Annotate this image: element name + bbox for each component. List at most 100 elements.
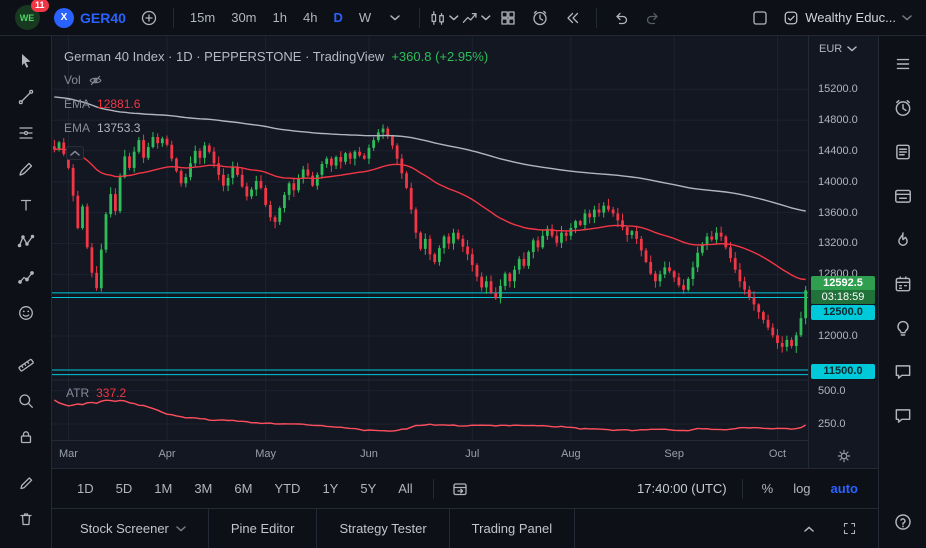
range-5d-button[interactable]: 5D	[107, 477, 142, 500]
tab-pine-editor[interactable]: Pine Editor	[209, 509, 318, 548]
gear-icon	[836, 448, 852, 464]
ema2-value: 13753.3	[97, 121, 141, 135]
layout-name-button[interactable]: Wealthy Educ...	[777, 7, 918, 29]
panel-collapse-button[interactable]	[794, 515, 824, 543]
chart-style-button[interactable]	[429, 4, 459, 32]
range-1y-button[interactable]: 1Y	[313, 477, 347, 500]
range-1m-button[interactable]: 1M	[145, 477, 181, 500]
price-tick: 14000.0	[818, 175, 858, 188]
lock-drawings-button[interactable]	[9, 420, 43, 454]
legend-ema2-row[interactable]: EMA 13753.3	[64, 116, 488, 140]
price-scale[interactable]: EUR 12592.5 03:18:59 12500.0 11500.0 152…	[808, 36, 878, 468]
chevron-down-icon	[176, 526, 186, 532]
price-tick: 500.0	[818, 384, 846, 397]
multichart-layout-button[interactable]	[493, 4, 523, 32]
trend-line-tool-button[interactable]	[9, 80, 43, 114]
legend-title-row[interactable]: German 40 Index · 1D · PEPPERSTONE · Tra…	[64, 44, 488, 68]
price-tick: 13200.0	[818, 237, 858, 250]
cursor-tool-button[interactable]	[9, 44, 43, 78]
range-1d-button[interactable]: 1D	[68, 477, 103, 500]
last-price-value: 12592.5	[823, 277, 863, 290]
tab-strategy-tester[interactable]: Strategy Tester	[317, 509, 450, 548]
range-6m-button[interactable]: 6M	[225, 477, 261, 500]
time-axis[interactable]: Mar Apr May Jun Jul Aug Sep Oct	[52, 440, 808, 468]
panel-controls	[794, 515, 878, 543]
public-chat-button[interactable]	[885, 354, 921, 390]
range-ytd-button[interactable]: YTD	[265, 477, 309, 500]
goto-date-button[interactable]	[445, 475, 475, 503]
currency-selector[interactable]: EUR	[819, 43, 857, 55]
tab-label: Pine Editor	[230, 521, 295, 536]
panel-tabs: Stock Screener Pine Editor Strategy Test…	[52, 508, 878, 548]
panel-maximize-button[interactable]	[834, 515, 864, 543]
edit-drawings-button[interactable]	[9, 466, 43, 500]
undo-button[interactable]	[606, 4, 636, 32]
timeframe-1d-button[interactable]: D	[326, 6, 349, 29]
toolbar-separator	[172, 7, 174, 28]
percent-scale-button[interactable]: %	[754, 477, 782, 500]
time-axis-label: Aug	[561, 448, 581, 460]
measure-tool-button[interactable]	[9, 348, 43, 382]
private-chat-button[interactable]	[885, 398, 921, 434]
auto-scale-button[interactable]: auto	[823, 477, 866, 500]
log-scale-button[interactable]: log	[785, 477, 818, 500]
symbol-name: GER40	[80, 9, 126, 26]
text-icon	[17, 196, 35, 214]
alert-button[interactable]	[525, 4, 555, 32]
data-window-button[interactable]	[885, 178, 921, 214]
eye-off-icon[interactable]	[88, 73, 103, 88]
account-logo-button[interactable]: WE 11	[8, 0, 49, 32]
save-layout-button[interactable]	[745, 4, 775, 32]
alerts-button[interactable]	[885, 90, 921, 126]
tab-stock-screener[interactable]: Stock Screener	[58, 509, 209, 548]
fib-retracement-icon	[17, 124, 35, 142]
forecast-tool-button[interactable]	[9, 260, 43, 294]
brush-tool-button[interactable]	[9, 152, 43, 186]
fib-retracement-tool-button[interactable]	[9, 116, 43, 150]
indicators-button[interactable]	[461, 4, 491, 32]
emoji-tool-button[interactable]	[9, 296, 43, 330]
bar-countdown: 03:18:59	[811, 290, 875, 305]
pattern-tool-button[interactable]	[9, 224, 43, 258]
legend-volume-row[interactable]: Vol	[64, 68, 488, 92]
timeframe-4h-button[interactable]: 4h	[296, 6, 324, 29]
news-button[interactable]	[885, 134, 921, 170]
indicators-icon	[461, 9, 478, 27]
timeframe-15m-button[interactable]: 15m	[183, 6, 222, 29]
symbol-button[interactable]: X GER40	[48, 5, 132, 31]
chevron-down-icon	[390, 15, 400, 21]
time-axis-label: Oct	[768, 448, 787, 460]
timeframe-30m-button[interactable]: 30m	[224, 6, 263, 29]
legend-ema1-row[interactable]: EMA 12881.6	[64, 92, 488, 116]
timeframe-1h-button[interactable]: 1h	[266, 6, 294, 29]
timeframe-1w-button[interactable]: W	[352, 6, 378, 29]
range-all-button[interactable]: All	[389, 477, 421, 500]
zoom-tool-button[interactable]	[9, 384, 43, 418]
remove-drawings-button[interactable]	[9, 502, 43, 536]
atr-value: 337.2	[96, 386, 127, 400]
range-3m-button[interactable]: 3M	[185, 477, 221, 500]
help-button[interactable]	[885, 504, 921, 540]
main-area: Mar Apr May Jun Jul Aug Sep Oct German 40 Index…	[0, 36, 926, 548]
legend-collapse-button[interactable]	[66, 146, 84, 160]
watchlist-button[interactable]	[885, 46, 921, 82]
range-5y-button[interactable]: 5Y	[351, 477, 385, 500]
calendar-button[interactable]	[885, 266, 921, 302]
timeframe-dropdown-button[interactable]	[380, 4, 410, 32]
hotlists-button[interactable]	[885, 222, 921, 258]
bar-replay-button[interactable]	[557, 4, 587, 32]
flame-icon	[893, 230, 913, 250]
time-axis-label: Jun	[360, 448, 378, 460]
text-tool-button[interactable]	[9, 188, 43, 222]
center-column: Mar Apr May Jun Jul Aug Sep Oct German 40 Index…	[52, 36, 878, 548]
chat-bubble-icon	[893, 362, 913, 382]
redo-button[interactable]	[638, 4, 668, 32]
tab-trading-panel[interactable]: Trading Panel	[450, 509, 576, 548]
atr-legend[interactable]: ATR 337.2	[66, 386, 126, 400]
price-tick: 250.0	[818, 418, 846, 430]
chart-plot[interactable]: Mar Apr May Jun Jul Aug Sep Oct German 40 Index…	[52, 36, 808, 468]
compare-add-button[interactable]	[134, 4, 164, 32]
ideas-button[interactable]	[885, 310, 921, 346]
chart-settings-button[interactable]	[836, 448, 852, 464]
clock-utc[interactable]: 17:40:00 (UTC)	[637, 481, 727, 496]
